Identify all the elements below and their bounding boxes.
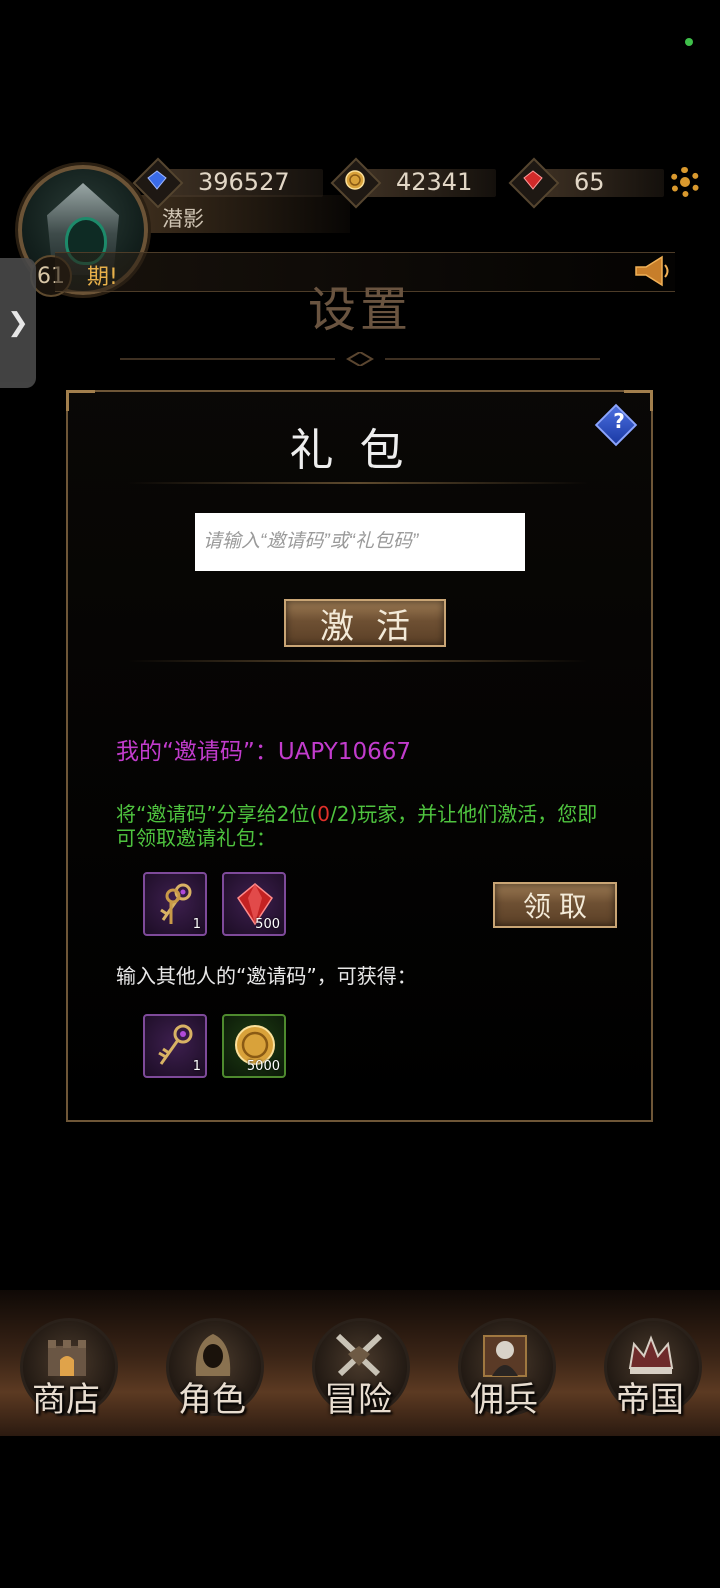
gold-coin-icon: [345, 170, 365, 190]
nav-shop[interactable]: 商店: [16, 1318, 118, 1428]
help-label: ?: [613, 409, 625, 433]
gear-icon[interactable]: [670, 167, 700, 197]
red-gem-icon: [523, 170, 543, 190]
resource-gold: 42341: [330, 157, 498, 209]
nav-label: 佣兵: [470, 1380, 538, 1420]
nav-mercenary[interactable]: 佣兵: [454, 1318, 556, 1428]
invite-description: 将“邀请码”分享给2位(0/2)玩家，并让他们激活，您即可领取邀请礼包：: [116, 802, 616, 850]
nav-label: 帝国: [616, 1380, 684, 1420]
nav-label: 商店: [32, 1380, 100, 1420]
resource-value: 65: [574, 168, 605, 196]
divider: [128, 660, 588, 662]
bottom-nav: 商店 角色 冒险 佣兵 帝国: [0, 1290, 720, 1436]
reward-item-red-gem[interactable]: 500: [222, 872, 286, 936]
player-name: 潜影: [162, 207, 204, 231]
invite-text-start: 将“邀请码”分享给2位(: [116, 802, 318, 826]
gift-panel: 礼包 ? 激活 我的“邀请码”：UAPY10667 将“邀请码”分享给2位(0/…: [66, 390, 653, 1122]
invite-progress: 0: [317, 802, 330, 826]
blue-gem-icon: [147, 170, 167, 190]
resource-red-gem: 65: [508, 157, 666, 209]
resource-value: 42341: [396, 168, 473, 196]
reward-qty: 500: [255, 917, 280, 932]
gift-code-input[interactable]: [195, 513, 525, 571]
ornament-divider: [120, 352, 600, 366]
enter-code-description: 输入其他人的“邀请码”，可获得：: [116, 964, 417, 988]
claim-button[interactable]: 领取: [493, 882, 617, 928]
nav-character[interactable]: 角色: [162, 1318, 264, 1428]
panel-title: 礼包: [289, 425, 430, 476]
nav-adventure[interactable]: 冒险: [308, 1318, 410, 1428]
status-dot: [685, 38, 693, 46]
nav-label: 冒险: [324, 1380, 392, 1420]
page-title: 设置: [307, 282, 412, 338]
activate-button[interactable]: 激活: [284, 599, 446, 647]
nav-empire[interactable]: 帝国: [600, 1318, 702, 1428]
reward-item-gold[interactable]: 5000: [222, 1014, 286, 1078]
reward-item-keys[interactable]: 1: [143, 872, 207, 936]
resource-value: 396527: [198, 168, 290, 196]
divider: [128, 482, 588, 484]
reward-qty: 1: [192, 1059, 201, 1074]
reward-qty: 5000: [246, 1059, 280, 1074]
nav-label: 角色: [178, 1380, 246, 1420]
my-invite-code: 我的“邀请码”：UAPY10667: [116, 739, 411, 765]
reward-qty: 1: [192, 917, 201, 932]
reward-item-key[interactable]: 1: [143, 1014, 207, 1078]
resource-blue-gem: 396527: [132, 157, 325, 209]
